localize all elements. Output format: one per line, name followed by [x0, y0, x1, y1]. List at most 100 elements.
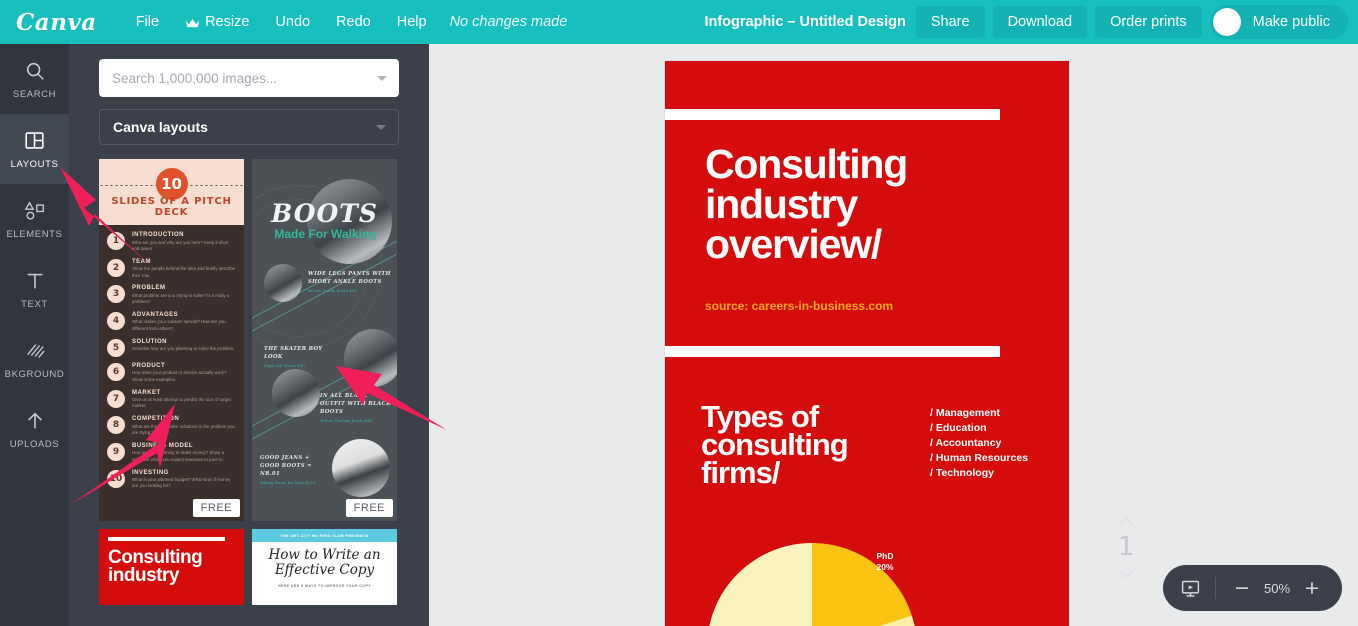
- list-item-number: 10: [107, 469, 125, 488]
- document-title[interactable]: Infographic – Untitled Design: [704, 14, 905, 30]
- list-item: / Technology: [930, 467, 994, 480]
- menu-resize[interactable]: Resize: [174, 8, 260, 36]
- download-button[interactable]: Download: [992, 6, 1088, 38]
- zoom-out-button[interactable]: −: [1230, 576, 1254, 600]
- rail-label-elements: ELEMENTS: [6, 228, 63, 240]
- category-select-label: Canva layouts: [113, 119, 208, 135]
- divider: [1215, 577, 1216, 599]
- rail-label-text: TEXT: [21, 298, 48, 310]
- boots-title: BOOTS: [271, 199, 378, 228]
- white-rule-top: [665, 109, 1000, 120]
- list-item-heading: INTRODUCTION: [132, 232, 184, 238]
- page-down-button[interactable]: [1102, 562, 1150, 584]
- design-source: source: careers-in-business.com: [705, 299, 894, 313]
- list-item-number: 8: [107, 416, 125, 435]
- list-item-number: 1: [107, 232, 125, 250]
- copy-template-title: How to Write an Effective Copy: [268, 547, 381, 579]
- list-item-heading: PRODUCT: [132, 362, 166, 369]
- template-pitch-deck[interactable]: 10 SLIDES OF A PITCH DECK 1 INTRODUCTION W…: [99, 159, 244, 521]
- list-item: 3 PROBLEM What problem are you trying to s…: [107, 285, 236, 305]
- template-boots[interactable]: BOOTS Made For Walking WIDE LEGS PANTS W…: [252, 159, 397, 521]
- list-item: 7 MARKET Give us at least attempt to predi…: [107, 389, 236, 410]
- rail-item-uploads[interactable]: UPLOADS: [0, 394, 69, 464]
- list-item-heading: MARKET: [132, 389, 161, 396]
- zoom-toolbar: − 50% +: [1163, 565, 1342, 611]
- search-input[interactable]: [112, 70, 369, 86]
- list-item: / Management: [930, 407, 1001, 419]
- panel-controls: Canva layouts: [69, 44, 429, 145]
- caption-price: Yellow Chelsea Boots $44: [320, 417, 373, 423]
- menu-file[interactable]: File: [125, 8, 170, 36]
- crown-icon: [185, 17, 200, 28]
- pie-label-value: 20%: [876, 562, 894, 573]
- menu-help[interactable]: Help: [386, 8, 438, 36]
- avatar: [1212, 8, 1241, 36]
- rail-item-background[interactable]: BKGROUND: [0, 324, 69, 394]
- menu-redo[interactable]: Redo: [325, 8, 382, 36]
- design-headline: Consulting industry overview/: [705, 144, 908, 264]
- template-grid: 10 SLIDES OF A PITCH DECK 1 INTRODUCTION W…: [69, 159, 429, 605]
- search-box[interactable]: [99, 59, 399, 97]
- list-item-number: 9: [107, 442, 125, 461]
- rail-item-search[interactable]: SEARCH: [0, 44, 69, 114]
- text-icon: [24, 269, 46, 293]
- list-item-heading: TEAM: [132, 258, 151, 265]
- caption-title: WIDE LEGS PANTS WITH SHORT ANKLE BOOTS: [308, 271, 391, 285]
- pie-label-name: PhD: [876, 551, 894, 561]
- list-item: 9 BUSINESS MODEL How are you planning to m…: [107, 442, 236, 463]
- chevron-down-icon[interactable]: [377, 76, 387, 81]
- menu-undo[interactable]: Undo: [264, 8, 321, 36]
- free-badge: FREE: [192, 499, 240, 517]
- design-page[interactable]: Consulting industry overview/ source: ca…: [665, 61, 1069, 626]
- rail-item-layouts[interactable]: LAYOUTS: [0, 114, 69, 184]
- list-item-text: What problem are you trying to solve? Is…: [132, 292, 230, 305]
- page-up-button[interactable]: [1102, 510, 1150, 532]
- pitch-deck-header: 10 SLIDES OF A PITCH DECK: [99, 159, 244, 225]
- list-item-text: How are you planning to make money? Show…: [132, 450, 225, 462]
- list-item: 1 INTRODUCTION Who are you and why are you…: [107, 232, 236, 252]
- pitch-deck-list: 1 INTRODUCTION Who are you and why are you…: [99, 225, 244, 490]
- boot-photo: [344, 329, 397, 387]
- headline-line: industry: [705, 180, 858, 227]
- list-item-text: Give us at least attempt to predict the …: [132, 397, 232, 409]
- rail-item-text[interactable]: TEXT: [0, 254, 69, 324]
- list-item: 8 COMPETITION What are the alternative sol…: [107, 416, 236, 436]
- order-prints-button[interactable]: Order prints: [1095, 6, 1202, 38]
- rail-label-search: SEARCH: [12, 88, 57, 100]
- list-item-heading: PROBLEM: [132, 285, 166, 292]
- rail-item-elements[interactable]: ELEMENTS: [0, 184, 69, 254]
- layouts-panel: Canva layouts 10 SLIDES OF A PITCH DECK …: [69, 44, 429, 626]
- page-counter: 1: [1102, 510, 1150, 584]
- pie-label-phd: PhD 20%: [865, 551, 905, 574]
- canva-editor: Canva File Resize Undo Redo Help No chan…: [0, 0, 1358, 626]
- menu-resize-label: Resize: [205, 14, 250, 30]
- canva-logo[interactable]: Canva: [16, 9, 97, 36]
- list-item: / Education: [930, 422, 987, 435]
- share-button[interactable]: Share: [915, 6, 985, 38]
- list-item: / Accountancy: [930, 437, 1002, 450]
- caption-title: THE SKATER BOY LOOK: [264, 346, 323, 360]
- boots-caption: WIDE LEGS PANTS WITH SHORT ANKLE BOOTS B…: [308, 271, 392, 293]
- list-item-heading: BUSINESS MODEL: [132, 442, 194, 449]
- free-badge: FREE: [345, 499, 393, 517]
- zoom-in-button[interactable]: +: [1300, 576, 1324, 600]
- chevron-down-icon[interactable]: [376, 125, 386, 130]
- list-item: 2 TEAM Show the people behind the idea and…: [107, 258, 236, 279]
- canvas-area[interactable]: Consulting industry overview/ source: ca…: [429, 44, 1358, 626]
- top-toolbar: Canva File Resize Undo Redo Help No chan…: [0, 0, 1358, 44]
- list-item-heading: SOLUTION: [132, 338, 167, 345]
- upload-icon: [24, 409, 46, 433]
- make-public-button[interactable]: Make public: [1209, 5, 1348, 39]
- template-consulting-industry[interactable]: Consulting industry: [99, 529, 244, 605]
- category-select[interactable]: Canva layouts: [99, 109, 399, 145]
- section2-title: Types of consulting firms/: [701, 401, 849, 488]
- present-icon[interactable]: [1177, 575, 1203, 601]
- caption-price: High Cut Shoes $40: [264, 363, 305, 369]
- template-effective-copy[interactable]: THE ART CITY NO FEES CLUB PRESENTS How t…: [252, 529, 397, 605]
- top-toolbar-right: Infographic – Untitled Design Share Down…: [704, 0, 1358, 44]
- copy-template-strip: THE ART CITY NO FEES CLUB PRESENTS: [252, 529, 397, 542]
- boot-photo: [272, 369, 320, 417]
- list-item-number: 2: [107, 258, 125, 277]
- page-number: 1: [1117, 532, 1135, 562]
- rail-label-layouts: LAYOUTS: [10, 158, 59, 170]
